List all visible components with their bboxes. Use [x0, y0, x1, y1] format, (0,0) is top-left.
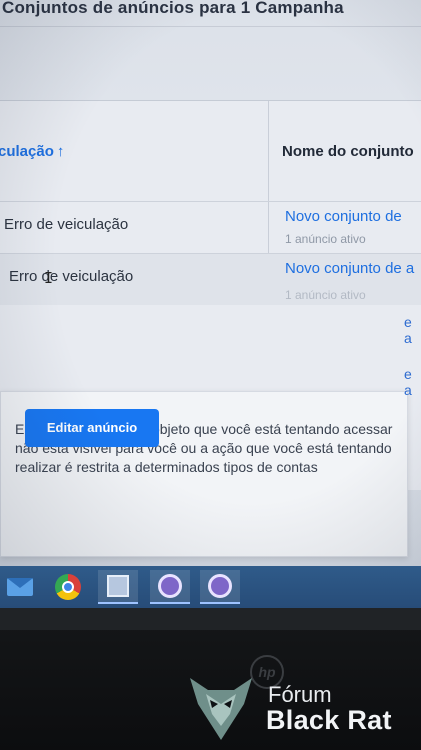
truncated-cell-text: e a: [404, 314, 412, 346]
column-header-name[interactable]: Nome do conjunto: [282, 143, 414, 160]
active-ads-count: 1 anúncio ativo: [285, 232, 366, 246]
page-title: Conjuntos de anúncios para 1 Campanha: [2, 0, 344, 17]
laptop-hinge: [0, 608, 421, 630]
sort-ascending-icon[interactable]: ↑: [57, 143, 65, 160]
mail-icon: [7, 578, 33, 596]
ad-set-name-link[interactable]: Novo conjunto de a: [285, 260, 414, 277]
taskbar-app-round-1[interactable]: [150, 570, 190, 604]
taskbar-app-round-2[interactable]: [200, 570, 240, 604]
laptop-screen: Conjuntos de anúncios para 1 Campanha cu…: [0, 0, 421, 572]
taskbar-chrome[interactable]: [48, 570, 88, 604]
round-app-icon: [208, 574, 232, 598]
chrome-icon: [55, 574, 81, 600]
delivery-status-cell: Erro de veiculação: [4, 216, 129, 233]
ad-set-name-link[interactable]: Novo conjunto de: [285, 208, 402, 225]
table-row[interactable]: Erro de veiculação Novo conjunto de 1 an…: [0, 201, 421, 253]
watermark-black-rat: Black Rat: [266, 705, 392, 735]
windows-taskbar: [0, 566, 421, 608]
taskbar-mail[interactable]: [0, 570, 40, 604]
edit-ad-button[interactable]: Editar anúncio: [25, 409, 159, 447]
delivery-status-cell: Erro de veiculação: [9, 268, 134, 285]
truncated-cell-text: e a: [404, 366, 412, 398]
column-header-delivery-label: culação: [0, 143, 54, 160]
table-row[interactable]: Erro de veiculação Novo conjunto de a 1 …: [0, 253, 421, 305]
taskbar-app[interactable]: [98, 570, 138, 604]
text-cursor-icon: I: [44, 269, 54, 287]
rat-logo-icon: [190, 678, 252, 740]
round-app-icon: [158, 574, 182, 598]
column-header-delivery[interactable]: culação ↑: [0, 143, 64, 160]
header-divider: [0, 26, 421, 27]
app-icon: [107, 575, 129, 597]
active-ads-count: 1 anúncio ativo: [285, 288, 366, 302]
